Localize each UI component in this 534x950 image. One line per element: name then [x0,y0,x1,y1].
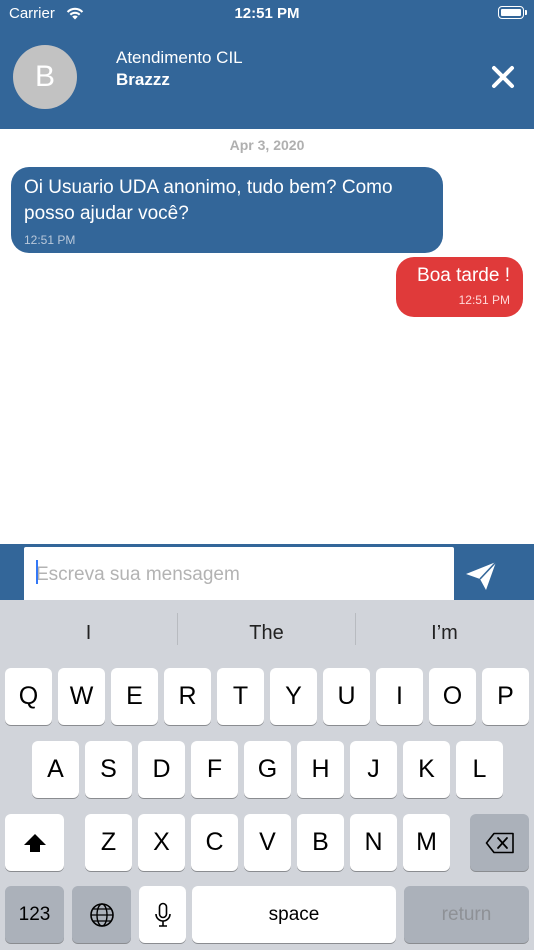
key-a[interactable]: A [32,741,79,798]
text-caret [36,560,38,584]
key-u[interactable]: U [323,668,370,725]
chat-header: Carrier 12:51 PM B Atendimento CIL Brazz… [0,0,534,129]
globe-icon [89,903,114,928]
key-g[interactable]: G [244,741,291,798]
key-o[interactable]: O [429,668,476,725]
send-icon[interactable] [464,560,498,592]
message-time: 12:51 PM [458,293,510,307]
backspace-key[interactable] [470,814,529,871]
key-k[interactable]: K [403,741,450,798]
agent-name: Brazzz [116,70,170,89]
microphone-icon [154,903,171,928]
shift-icon [23,834,46,853]
battery-icon [498,6,527,19]
message-text: Boa tarde ! [417,265,510,286]
key-l[interactable]: L [456,741,503,798]
key-v[interactable]: V [244,814,291,871]
key-c[interactable]: C [191,814,238,871]
key-z[interactable]: Z [85,814,132,871]
status-bar: Carrier 12:51 PM [0,0,534,28]
key-e[interactable]: E [111,668,158,725]
key-x[interactable]: X [138,814,185,871]
backspace-icon [485,833,514,854]
message-time: 12:51 PM [24,233,76,247]
key-j[interactable]: J [350,741,397,798]
outgoing-message: Boa tarde ! 12:51 PM [396,257,523,317]
key-f[interactable]: F [191,741,238,798]
globe-key[interactable] [72,886,131,943]
avatar: B [13,45,77,109]
key-b[interactable]: B [297,814,344,871]
key-t[interactable]: T [217,668,264,725]
key-w[interactable]: W [58,668,105,725]
return-key[interactable]: return [404,886,529,943]
keyboard: I The I’m Q W E R T Y U I O P A S D F G … [0,600,534,950]
key-y[interactable]: Y [270,668,317,725]
message-text: Oi Usuario UDA anonimo, tudo bem? Como p… [24,177,393,224]
key-s[interactable]: S [85,741,132,798]
shift-key[interactable] [5,814,64,871]
suggestion-item[interactable]: I’m [356,600,533,662]
key-m[interactable]: M [403,814,450,871]
status-time: 12:51 PM [234,5,300,22]
suggestion-item[interactable]: The [178,600,355,662]
date-separator: Apr 3, 2020 [229,137,305,153]
key-r[interactable]: R [164,668,211,725]
suggestion-bar: I The I’m [0,600,534,662]
space-key[interactable]: space [192,886,396,943]
key-q[interactable]: Q [5,668,52,725]
incoming-message: Oi Usuario UDA anonimo, tudo bem? Como p… [11,167,443,253]
key-p[interactable]: P [482,668,529,725]
composer-bar [0,544,534,603]
key-h[interactable]: H [297,741,344,798]
dictation-key[interactable] [139,886,186,943]
key-i[interactable]: I [376,668,423,725]
chat-title: Atendimento CIL [116,48,243,67]
suggestion-item[interactable]: I [0,600,177,662]
numbers-key[interactable]: 123 [5,886,64,943]
key-d[interactable]: D [138,741,185,798]
close-icon[interactable] [490,64,516,90]
message-input[interactable] [24,547,454,603]
key-n[interactable]: N [350,814,397,871]
